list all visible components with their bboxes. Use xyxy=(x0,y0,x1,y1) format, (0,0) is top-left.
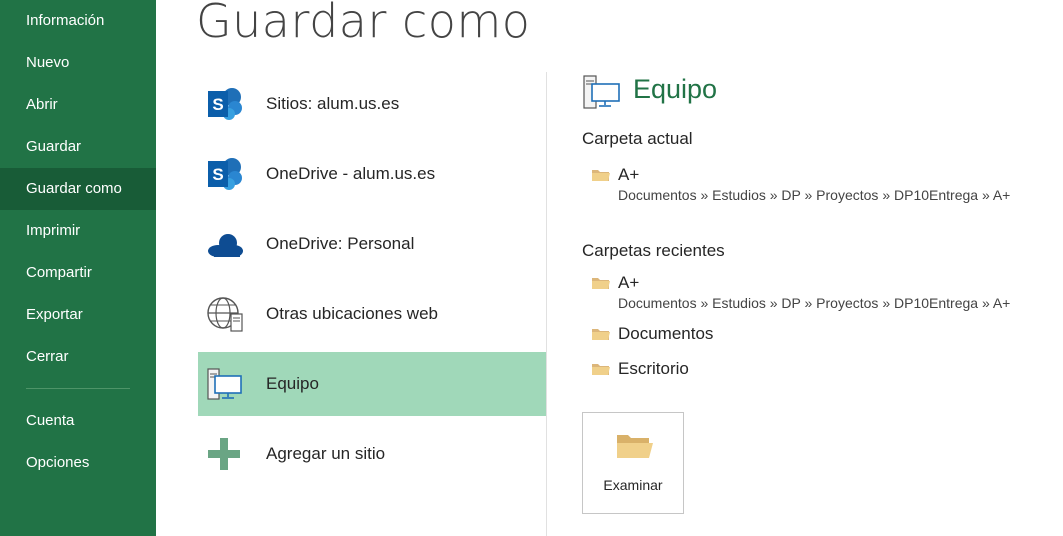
recent-folders-heading: Carpetas recientes xyxy=(582,241,725,260)
web-globe-icon xyxy=(207,297,243,332)
folder-name: Escritorio xyxy=(618,359,689,378)
current-folder-heading: Carpeta actual xyxy=(582,129,693,148)
recent-folder-item[interactable]: Documentos xyxy=(582,324,1032,348)
place-equipo[interactable]: Equipo xyxy=(198,352,546,416)
folder-path: Documentos » Estudios » DP » Proyectos »… xyxy=(618,187,1011,203)
sidebar-item-nuevo[interactable]: Nuevo xyxy=(0,42,156,84)
place-onedrive-personal[interactable]: OneDrive: Personal xyxy=(198,212,546,276)
sidebar-item-informacion[interactable]: Información xyxy=(0,0,156,42)
place-label: Equipo xyxy=(266,374,319,393)
place-onedrive-alum[interactable]: S OneDrive - alum.us.es xyxy=(198,142,546,206)
plus-icon xyxy=(208,438,240,470)
sidebar-item-abrir[interactable]: Abrir xyxy=(0,84,156,126)
recent-folder-item[interactable]: A+ Documentos » Estudios » DP » Proyecto… xyxy=(582,273,1032,317)
folder-path: Documentos » Estudios » DP » Proyectos »… xyxy=(618,295,1011,311)
sidebar-item-guardar[interactable]: Guardar xyxy=(0,126,156,168)
place-sitios[interactable]: S Sitios: alum.us.es xyxy=(198,72,546,136)
sharepoint-icon: S xyxy=(208,158,242,190)
folder-icon xyxy=(592,170,610,181)
folder-name: A+ xyxy=(618,165,640,184)
folder-icon xyxy=(592,278,610,289)
sidebar-item-exportar[interactable]: Exportar xyxy=(0,294,156,336)
place-label: Sitios: alum.us.es xyxy=(266,94,400,113)
place-label: Agregar un sitio xyxy=(266,444,386,463)
place-agregar-sitio[interactable]: Agregar un sitio xyxy=(198,422,546,486)
computer-icon xyxy=(207,368,242,400)
panel-divider xyxy=(546,72,547,536)
folder-open-icon xyxy=(617,435,653,458)
current-folder-item[interactable]: A+ Documentos » Estudios » DP » Proyecto… xyxy=(582,165,1032,209)
folder-name: Documentos xyxy=(618,324,714,343)
svg-text:S: S xyxy=(212,95,223,114)
browse-button[interactable]: Examinar xyxy=(582,412,684,514)
place-label: OneDrive: Personal xyxy=(266,234,415,253)
sidebar-item-compartir[interactable]: Compartir xyxy=(0,252,156,294)
sidebar-item-cerrar[interactable]: Cerrar xyxy=(0,336,156,378)
sidebar-item-guardar-como[interactable]: Guardar como xyxy=(0,168,156,210)
recent-folder-item[interactable]: Escritorio xyxy=(582,359,1032,383)
svg-text:S: S xyxy=(212,165,223,184)
onedrive-cloud-icon xyxy=(208,234,243,257)
sidebar-item-imprimir[interactable]: Imprimir xyxy=(0,210,156,252)
folder-icon xyxy=(592,329,610,340)
sidebar-separator xyxy=(26,388,130,389)
page-title: Guardar como xyxy=(196,0,531,48)
sharepoint-icon: S xyxy=(208,88,242,120)
sidebar-item-cuenta[interactable]: Cuenta xyxy=(0,400,156,442)
location-title: Equipo xyxy=(633,74,718,104)
backstage-sidebar: Información Nuevo Abrir Guardar Guardar … xyxy=(0,0,156,536)
sidebar-item-opciones[interactable]: Opciones xyxy=(0,442,156,484)
place-otras-ubicaciones[interactable]: Otras ubicaciones web xyxy=(198,282,546,346)
folder-icon xyxy=(592,364,610,375)
place-label: Otras ubicaciones web xyxy=(266,304,438,323)
browse-label: Examinar xyxy=(603,477,663,493)
folder-name: A+ xyxy=(618,273,640,292)
place-label: OneDrive - alum.us.es xyxy=(266,164,436,183)
computer-icon xyxy=(583,75,620,109)
